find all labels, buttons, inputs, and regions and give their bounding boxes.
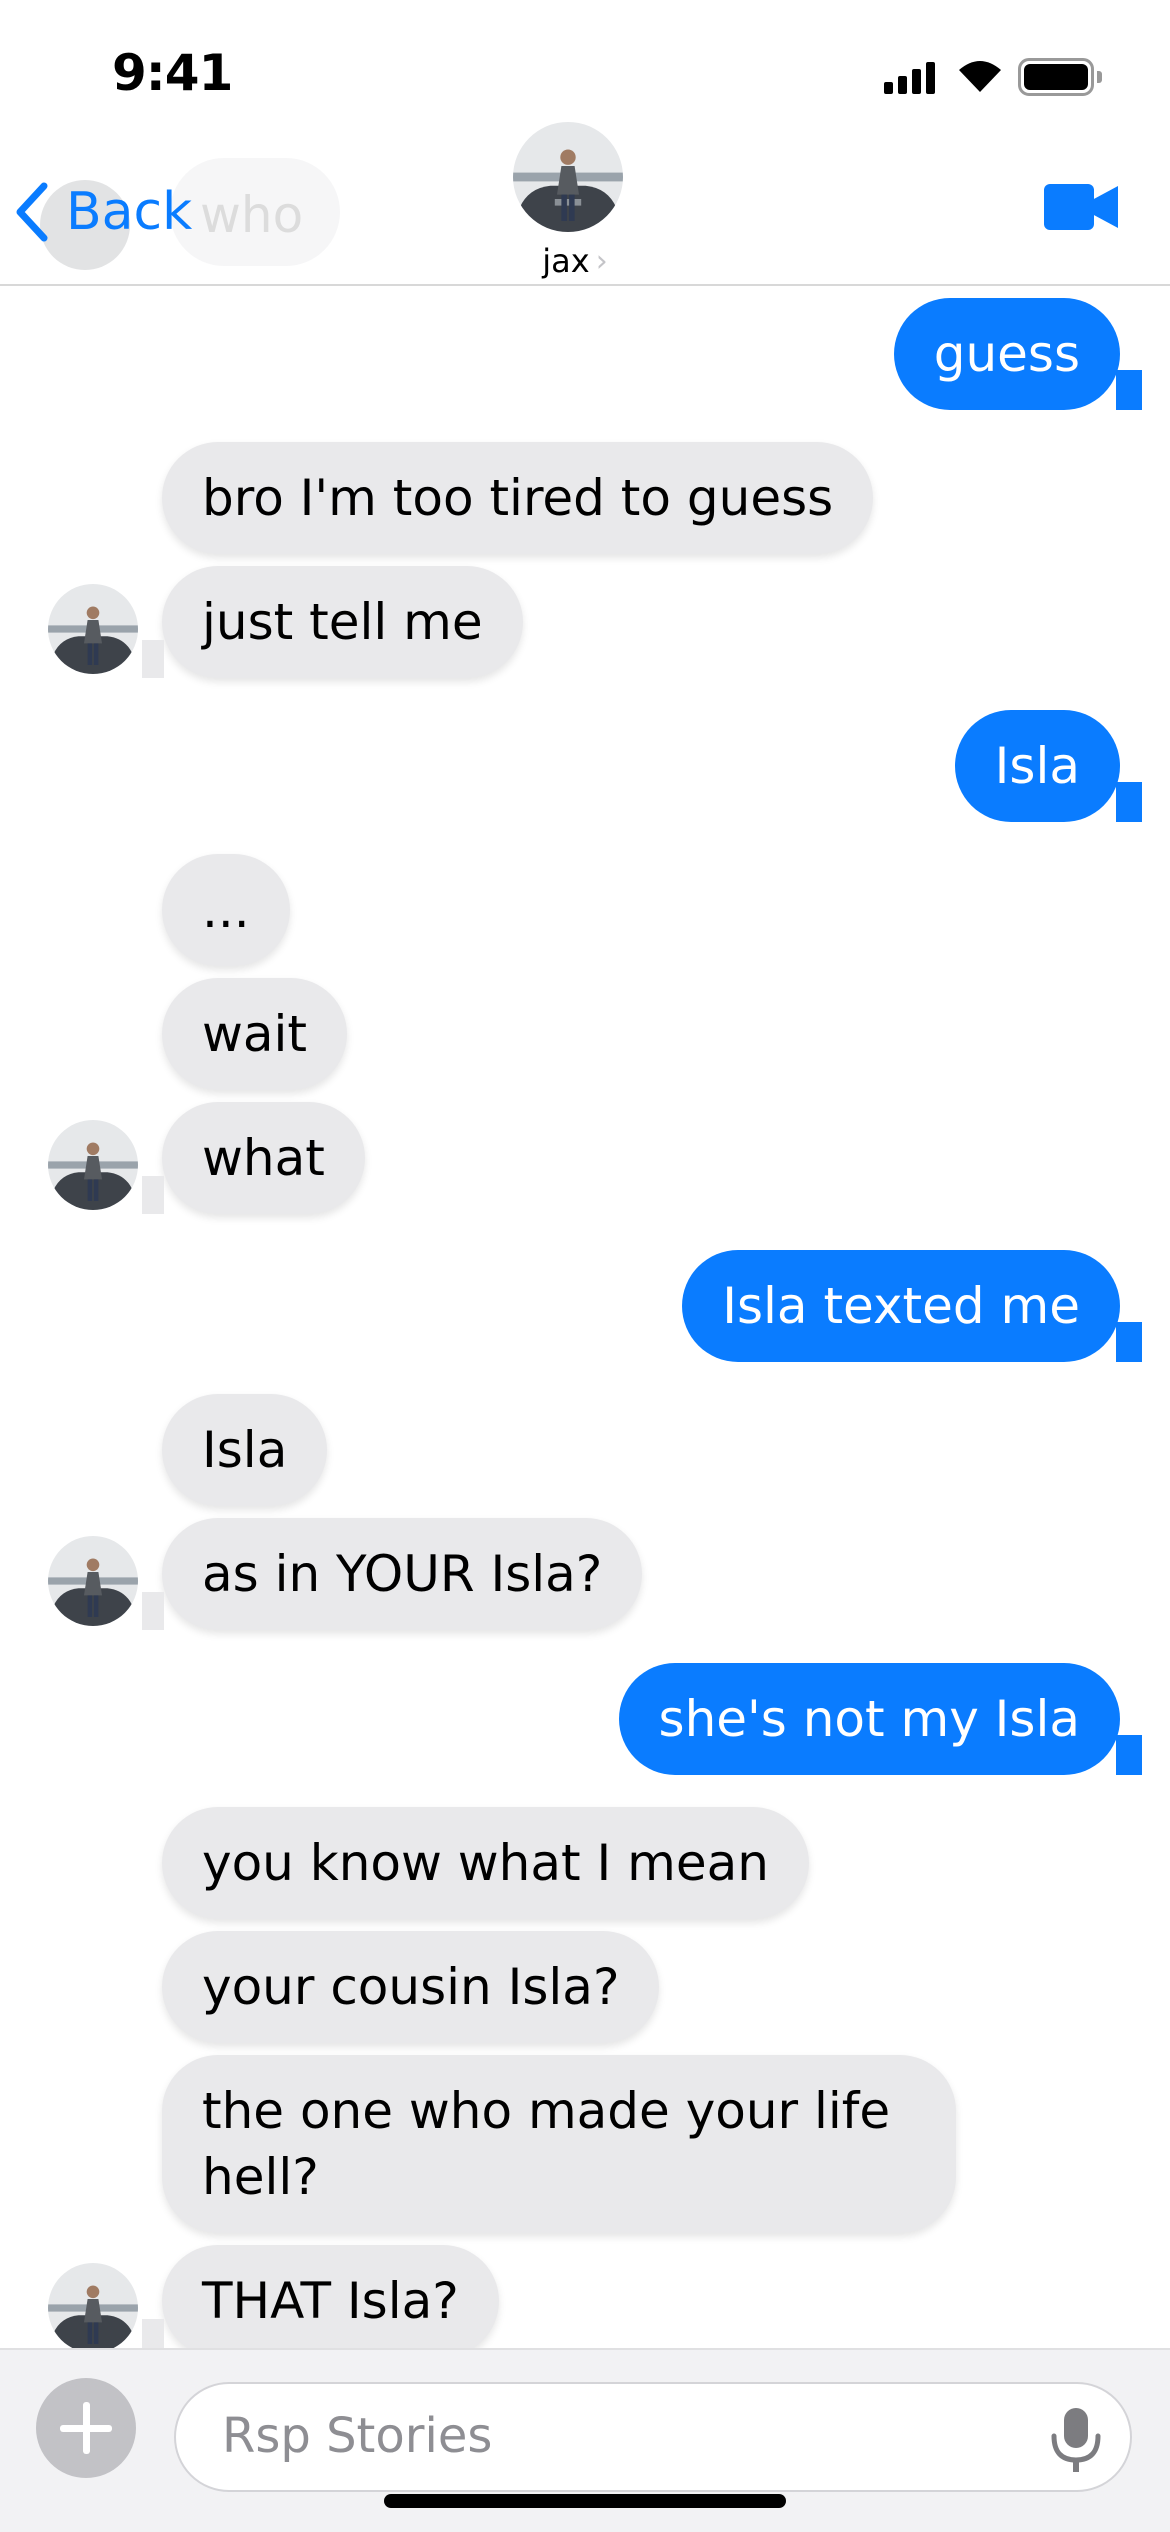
message-text: what: [202, 1129, 325, 1187]
message-text: you know what I mean: [202, 1834, 769, 1892]
wifi-icon: [959, 61, 1001, 92]
message-text: Isla: [202, 1421, 288, 1479]
back-button[interactable]: Back: [10, 172, 192, 252]
home-indicator: [384, 2494, 786, 2508]
sender-avatar[interactable]: [48, 584, 138, 674]
battery-icon: [1018, 58, 1102, 96]
contact-name: jax: [542, 242, 590, 280]
bubble-tail: [142, 640, 164, 678]
chevron-left-icon: [16, 182, 48, 242]
status-time: 9:41: [112, 44, 233, 102]
incoming-message[interactable]: THAT Isla?: [162, 2245, 499, 2348]
incoming-message[interactable]: wait: [162, 978, 348, 1090]
message-text: wait: [202, 1005, 308, 1063]
sender-avatar[interactable]: [48, 2263, 138, 2348]
microphone-icon[interactable]: [1048, 2406, 1104, 2474]
message-text: as in YOUR Isla?: [202, 1545, 603, 1603]
message-list[interactable]: guess bro I'm too tired to guess just tell…: [0, 288, 1170, 2348]
outgoing-message[interactable]: Isla: [954, 710, 1120, 822]
incoming-message[interactable]: the one who made your life hell?: [162, 2055, 956, 2233]
message-text: Isla texted me: [722, 1277, 1080, 1335]
message-text: just tell me: [202, 593, 483, 651]
outgoing-message[interactable]: she's not my Isla: [618, 1663, 1120, 1775]
incoming-message[interactable]: you know what I mean: [162, 1807, 809, 1919]
message-text: she's not my Isla: [658, 1690, 1080, 1748]
incoming-message[interactable]: as in YOUR Isla?: [162, 1518, 643, 1630]
bubble-tail: [142, 2319, 164, 2348]
bubble-tail: [1116, 1735, 1142, 1775]
add-attachment-button[interactable]: [36, 2378, 136, 2478]
incoming-message[interactable]: what: [162, 1102, 365, 1214]
message-text: your cousin Isla?: [202, 1958, 620, 2016]
incoming-message[interactable]: bro I'm too tired to guess: [162, 442, 874, 554]
bubble-tail: [1116, 1322, 1142, 1362]
outgoing-message[interactable]: guess: [893, 298, 1120, 410]
contact-avatar: [513, 122, 623, 232]
sender-avatar[interactable]: [48, 1536, 138, 1626]
ghost-message-text: who: [200, 186, 304, 244]
incoming-message[interactable]: ...: [162, 854, 290, 966]
chevron-right-icon: ›: [595, 243, 608, 279]
status-bar: 9:41: [0, 0, 1170, 120]
message-text: ...: [202, 881, 250, 939]
incoming-message[interactable]: Isla: [162, 1394, 328, 1506]
message-text: Isla: [994, 737, 1080, 795]
back-label: Back: [66, 182, 193, 242]
incoming-message[interactable]: your cousin Isla?: [162, 1931, 660, 2043]
incoming-message[interactable]: just tell me: [162, 566, 523, 678]
message-text: guess: [933, 325, 1080, 383]
outgoing-message[interactable]: Isla texted me: [682, 1250, 1120, 1362]
message-input-placeholder: Rsp Stories: [222, 2408, 493, 2464]
bubble-tail: [1116, 370, 1142, 410]
message-text: THAT Isla?: [202, 2272, 459, 2330]
cellular-signal-icon: [884, 60, 936, 94]
contact-info-button[interactable]: jax ›: [505, 120, 665, 286]
bubble-tail: [142, 1176, 164, 1214]
message-text: bro I'm too tired to guess: [202, 469, 834, 527]
video-call-icon[interactable]: [1044, 180, 1120, 234]
bubble-tail: [1116, 782, 1142, 822]
bubble-tail: [142, 1592, 164, 1630]
conversation-header: who Back jax ›: [0, 120, 1170, 286]
message-input[interactable]: Rsp Stories: [174, 2382, 1132, 2492]
message-text: the one who made your life hell?: [202, 2082, 891, 2206]
sender-avatar[interactable]: [48, 1120, 138, 1210]
